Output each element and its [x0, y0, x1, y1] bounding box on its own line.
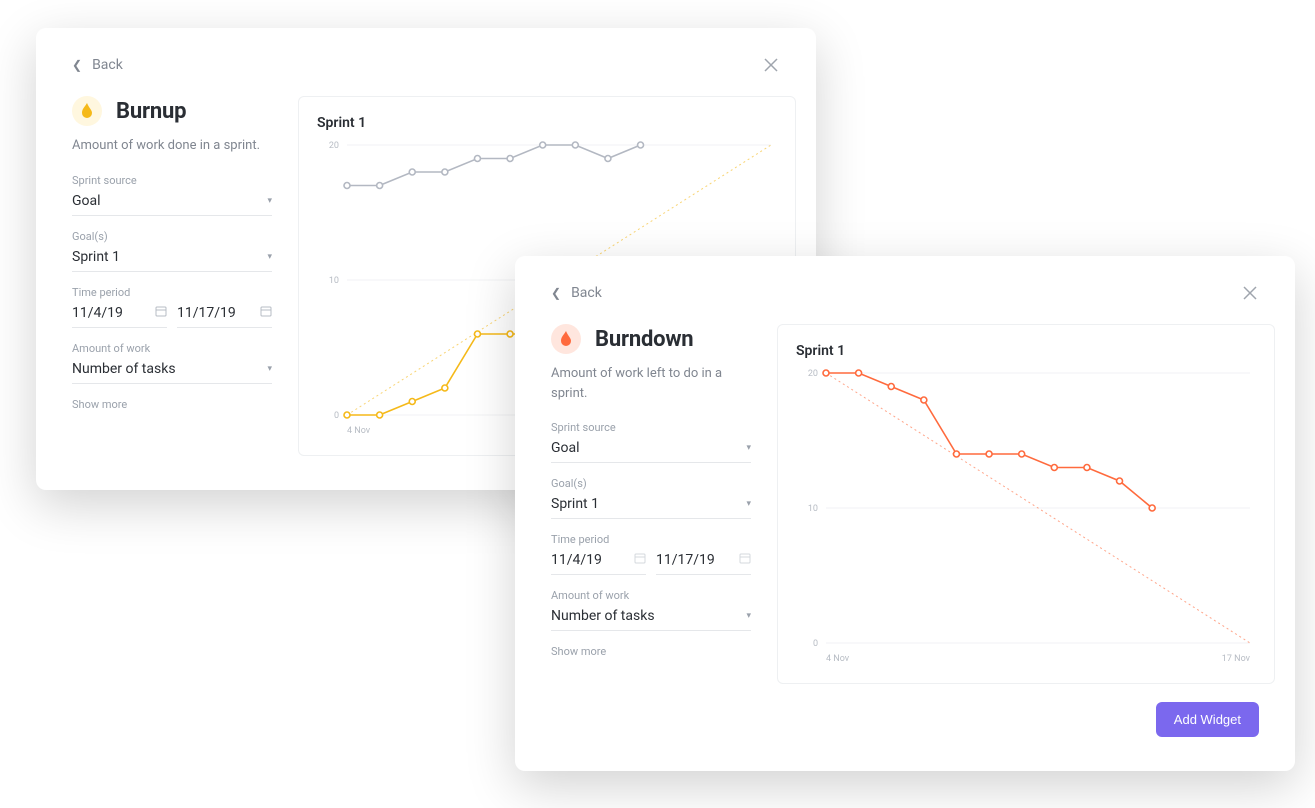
flame-icon [80, 103, 94, 119]
chevron-down-icon: ▾ [746, 443, 751, 453]
end-date-input[interactable]: 11/17/19 [177, 303, 272, 328]
svg-text:20: 20 [329, 141, 339, 151]
close-icon [1242, 285, 1258, 301]
calendar-icon [260, 305, 272, 321]
start-date-value: 11/4/19 [72, 305, 123, 321]
amount-of-work-select[interactable]: Number of tasks ▾ [551, 606, 751, 631]
show-more-link[interactable]: Show more [72, 398, 272, 411]
burndown-modal: ❮ Back Burndown Amount of work left to d… [515, 256, 1295, 771]
back-button[interactable]: ❮ Back [72, 57, 123, 73]
back-label: Back [571, 285, 602, 301]
close-icon [763, 57, 779, 73]
config-sidebar: Burnup Amount of work done in a sprint. … [72, 96, 272, 456]
add-widget-button[interactable]: Add Widget [1156, 702, 1259, 737]
goals-select[interactable]: Sprint 1 ▾ [72, 247, 272, 272]
modal-topbar: ❮ Back [551, 284, 1259, 302]
start-date-value: 11/4/19 [551, 552, 602, 568]
time-period-label: Time period [551, 533, 751, 546]
show-more-link[interactable]: Show more [551, 645, 751, 658]
back-button[interactable]: ❮ Back [551, 285, 602, 301]
chevron-left-icon: ❮ [551, 286, 561, 300]
end-date-value: 11/17/19 [656, 552, 715, 568]
back-label: Back [92, 57, 123, 73]
end-date-value: 11/17/19 [177, 305, 236, 321]
time-period-label: Time period [72, 286, 272, 299]
config-sidebar: Burndown Amount of work left to do in a … [551, 324, 751, 684]
sprint-source-label: Sprint source [551, 421, 751, 434]
goals-select[interactable]: Sprint 1 ▾ [551, 494, 751, 519]
svg-text:0: 0 [334, 411, 339, 421]
goals-value: Sprint 1 [551, 496, 599, 512]
start-date-input[interactable]: 11/4/19 [72, 303, 167, 328]
close-button[interactable] [1241, 284, 1259, 302]
burndown.fields.sprint_source.value: Goal [551, 440, 580, 456]
goals-value: Sprint 1 [72, 249, 120, 265]
burndown-chart: 0 10 20 4 Nov 17 Nov [796, 367, 1256, 671]
chart-title: Sprint 1 [317, 115, 777, 131]
amount-of-work-label: Amount of work [72, 342, 272, 355]
amount-of-work-select[interactable]: Number of tasks ▾ [72, 359, 272, 384]
burnup-icon-badge [72, 96, 102, 126]
sprint-source-label: Sprint source [72, 174, 272, 187]
sprint-source-select[interactable]: Goal ▾ [72, 191, 272, 216]
svg-text:4 Nov: 4 Nov [347, 426, 371, 436]
widget-title: Burnup [116, 99, 186, 124]
widget-header: Burndown [551, 324, 751, 354]
flame-icon [559, 331, 573, 347]
chevron-down-icon: ▾ [267, 364, 272, 374]
end-date-input[interactable]: 11/17/19 [656, 550, 751, 575]
burndown-chart-card: Sprint 1 0 10 20 4 Nov 17 Nov [777, 324, 1275, 684]
goals-label: Goal(s) [72, 230, 272, 243]
start-date-input[interactable]: 11/4/19 [551, 550, 646, 575]
svg-text:10: 10 [329, 276, 339, 286]
close-button[interactable] [762, 56, 780, 74]
chart-title: Sprint 1 [796, 343, 1256, 359]
chevron-down-icon: ▾ [746, 499, 751, 509]
calendar-icon [155, 305, 167, 321]
svg-text:17 Nov: 17 Nov [1222, 654, 1251, 664]
svg-text:10: 10 [808, 504, 818, 514]
amount-of-work-value: Number of tasks [72, 361, 176, 377]
chevron-down-icon: ▾ [746, 611, 751, 621]
widget-title: Burndown [595, 327, 693, 352]
goals-label: Goal(s) [551, 477, 751, 490]
amount-of-work-label: Amount of work [551, 589, 751, 602]
chevron-left-icon: ❮ [72, 58, 82, 72]
chevron-down-icon: ▾ [267, 252, 272, 262]
calendar-icon [739, 552, 751, 568]
amount-of-work-value: Number of tasks [551, 608, 655, 624]
sprint-source-select[interactable]: Goal ▾ [551, 438, 751, 463]
widget-description: Amount of work left to do in a sprint. [551, 364, 751, 403]
widget-header: Burnup [72, 96, 272, 126]
widget-description: Amount of work done in a sprint. [72, 136, 272, 156]
svg-text:20: 20 [808, 369, 818, 379]
svg-text:0: 0 [813, 639, 818, 649]
chevron-down-icon: ▾ [267, 196, 272, 206]
burndown-icon-badge [551, 324, 581, 354]
sprint-source-value: Goal [72, 193, 101, 209]
calendar-icon [634, 552, 646, 568]
modal-topbar: ❮ Back [72, 56, 780, 74]
svg-text:4 Nov: 4 Nov [826, 654, 850, 664]
